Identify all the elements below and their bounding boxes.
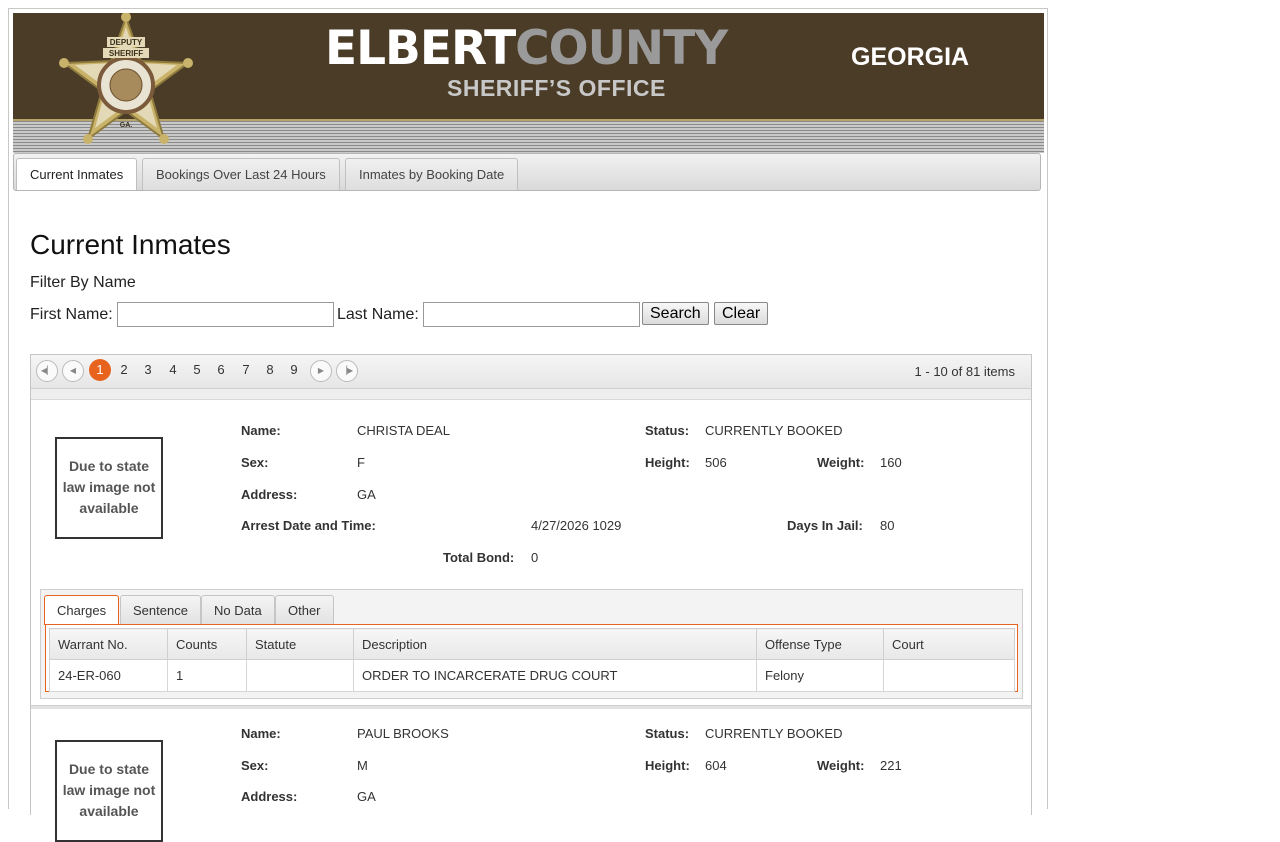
col-description[interactable]: Description	[353, 628, 757, 660]
name-label: Name:	[241, 423, 281, 438]
cell-warrant-no: 24-ER-060	[49, 659, 168, 692]
weight-label: Weight:	[817, 455, 865, 470]
cell-statute	[246, 659, 354, 692]
col-court[interactable]: Court	[883, 628, 1015, 660]
detail-tab-no-data[interactable]: No Data	[201, 595, 275, 625]
clear-button[interactable]: Clear	[714, 302, 769, 325]
detail-tab-sentence[interactable]: Sentence	[120, 595, 201, 625]
tab-bookings-24h[interactable]: Bookings Over Last 24 Hours	[142, 158, 340, 190]
page-number-1[interactable]: 1	[89, 359, 111, 381]
pager-info: 1 - 10 of 81 items	[914, 364, 1015, 379]
status-label: Status:	[645, 423, 690, 438]
page-number-3[interactable]: 3	[137, 359, 159, 381]
svg-text:SHERIFF: SHERIFF	[109, 49, 143, 58]
address-value: GA	[357, 487, 376, 502]
address-label: Address:	[241, 789, 298, 804]
svg-text:GA.: GA.	[120, 122, 133, 129]
col-offense-type[interactable]: Offense Type	[756, 628, 884, 660]
charges-header-row: Warrant No. Counts Statute Description O…	[49, 628, 1015, 660]
col-warrant-no[interactable]: Warrant No.	[49, 628, 168, 660]
arrest-date-label: Arrest Date and Time:	[241, 518, 376, 533]
status-label: Status:	[645, 726, 690, 741]
page-number-5[interactable]: 5	[186, 359, 208, 381]
next-page-icon[interactable]: ▶	[310, 360, 332, 382]
sex-label: Sex:	[241, 758, 269, 773]
first-page-icon[interactable]: ◀▏	[36, 360, 58, 382]
last-name-label: Last Name:	[337, 306, 419, 323]
height-value: 506	[705, 455, 727, 470]
last-name-input[interactable]	[423, 302, 640, 327]
cell-court	[883, 659, 1015, 692]
photo-unavailable-placeholder: Due to state law image not available	[55, 437, 163, 539]
last-page-icon[interactable]: ▕▶	[336, 360, 358, 382]
inmate-detail-panel: Charges Sentence No Data Other Warrant N…	[40, 589, 1023, 699]
site-title: ELBERTCOUNTY	[325, 21, 728, 76]
days-in-jail-value: 80	[880, 518, 895, 533]
title-elbert: ELBERT	[325, 21, 516, 76]
page-number-7[interactable]: 7	[235, 359, 257, 381]
height-value: 604	[705, 758, 727, 773]
detail-tab-charges[interactable]: Charges	[44, 595, 120, 625]
address-label: Address:	[241, 487, 298, 502]
page-number-6[interactable]: 6	[210, 359, 232, 381]
header-banner: DEPUTY SHERIFF GA. ELBERTCOUNTY GEORGIA …	[13, 13, 1044, 153]
total-bond-value: 0	[531, 550, 539, 565]
search-button[interactable]: Search	[642, 302, 709, 325]
cell-offense-type: Felony	[756, 659, 884, 692]
charges-table: Warrant No. Counts Statute Description O…	[49, 628, 1015, 692]
weight-value: 221	[880, 758, 902, 773]
sex-value: M	[357, 758, 368, 773]
page-frame: DEPUTY SHERIFF GA. ELBERTCOUNTY GEORGIA …	[8, 8, 1048, 842]
title-state: GEORGIA	[851, 43, 970, 71]
weight-label: Weight:	[817, 758, 865, 773]
arrest-date-value: 4/27/2026 1029	[531, 518, 622, 533]
site-subtitle: SHERIFF’S OFFICE	[447, 75, 666, 101]
filter-label: Filter By Name	[30, 274, 136, 291]
days-in-jail-label: Days In Jail:	[787, 518, 863, 533]
weight-value: 160	[880, 455, 902, 470]
prev-page-icon[interactable]: ◀	[62, 360, 84, 382]
page-number-9[interactable]: 9	[283, 359, 305, 381]
charges-panel: Warrant No. Counts Statute Description O…	[45, 624, 1018, 692]
name-label: Name:	[241, 726, 281, 741]
status-value: CURRENTLY BOOKED	[705, 423, 843, 438]
record-separator	[31, 705, 1031, 709]
first-name-label: First Name:	[30, 306, 113, 323]
status-value: CURRENTLY BOOKED	[705, 726, 843, 741]
name-value: CHRISTA DEAL	[357, 423, 450, 438]
photo-unavailable-placeholder: Due to state law image not available	[55, 740, 163, 842]
first-name-input[interactable]	[117, 302, 334, 327]
height-label: Height:	[645, 455, 690, 470]
table-row: 24-ER-060 1 ORDER TO INCARCERATE DRUG CO…	[49, 659, 1015, 692]
title-county: COUNTY	[515, 21, 728, 76]
pager: ◀▏ ◀ 1 2 3 4 5 6 7 8 9 ▶ ▕▶ 1 - 10 of 81…	[31, 355, 1031, 389]
col-counts[interactable]: Counts	[167, 628, 247, 660]
sheriff-star-badge-icon: DEPUTY SHERIFF GA.	[59, 13, 193, 144]
total-bond-label: Total Bond:	[443, 550, 515, 565]
tab-current-inmates[interactable]: Current Inmates	[16, 158, 138, 190]
sex-value: F	[357, 455, 365, 470]
detail-tab-other[interactable]: Other	[275, 595, 334, 625]
pager-divider	[31, 389, 1031, 400]
name-value: PAUL BROOKS	[357, 726, 449, 741]
main-tab-bar: Current Inmates Bookings Over Last 24 Ho…	[13, 153, 1041, 191]
cell-counts: 1	[167, 659, 247, 692]
svg-text:DEPUTY: DEPUTY	[110, 38, 143, 47]
address-value: GA	[357, 789, 376, 804]
height-label: Height:	[645, 758, 690, 773]
tab-inmates-by-booking-date[interactable]: Inmates by Booking Date	[345, 158, 519, 190]
sex-label: Sex:	[241, 455, 269, 470]
page-title: Current Inmates	[30, 229, 231, 260]
cell-description: ORDER TO INCARCERATE DRUG COURT	[353, 659, 757, 692]
page-number-8[interactable]: 8	[259, 359, 281, 381]
page-number-2[interactable]: 2	[113, 359, 135, 381]
col-statute[interactable]: Statute	[246, 628, 354, 660]
page-number-4[interactable]: 4	[162, 359, 184, 381]
inmates-grid: ◀▏ ◀ 1 2 3 4 5 6 7 8 9 ▶ ▕▶ 1 - 10 of 81…	[30, 354, 1032, 842]
